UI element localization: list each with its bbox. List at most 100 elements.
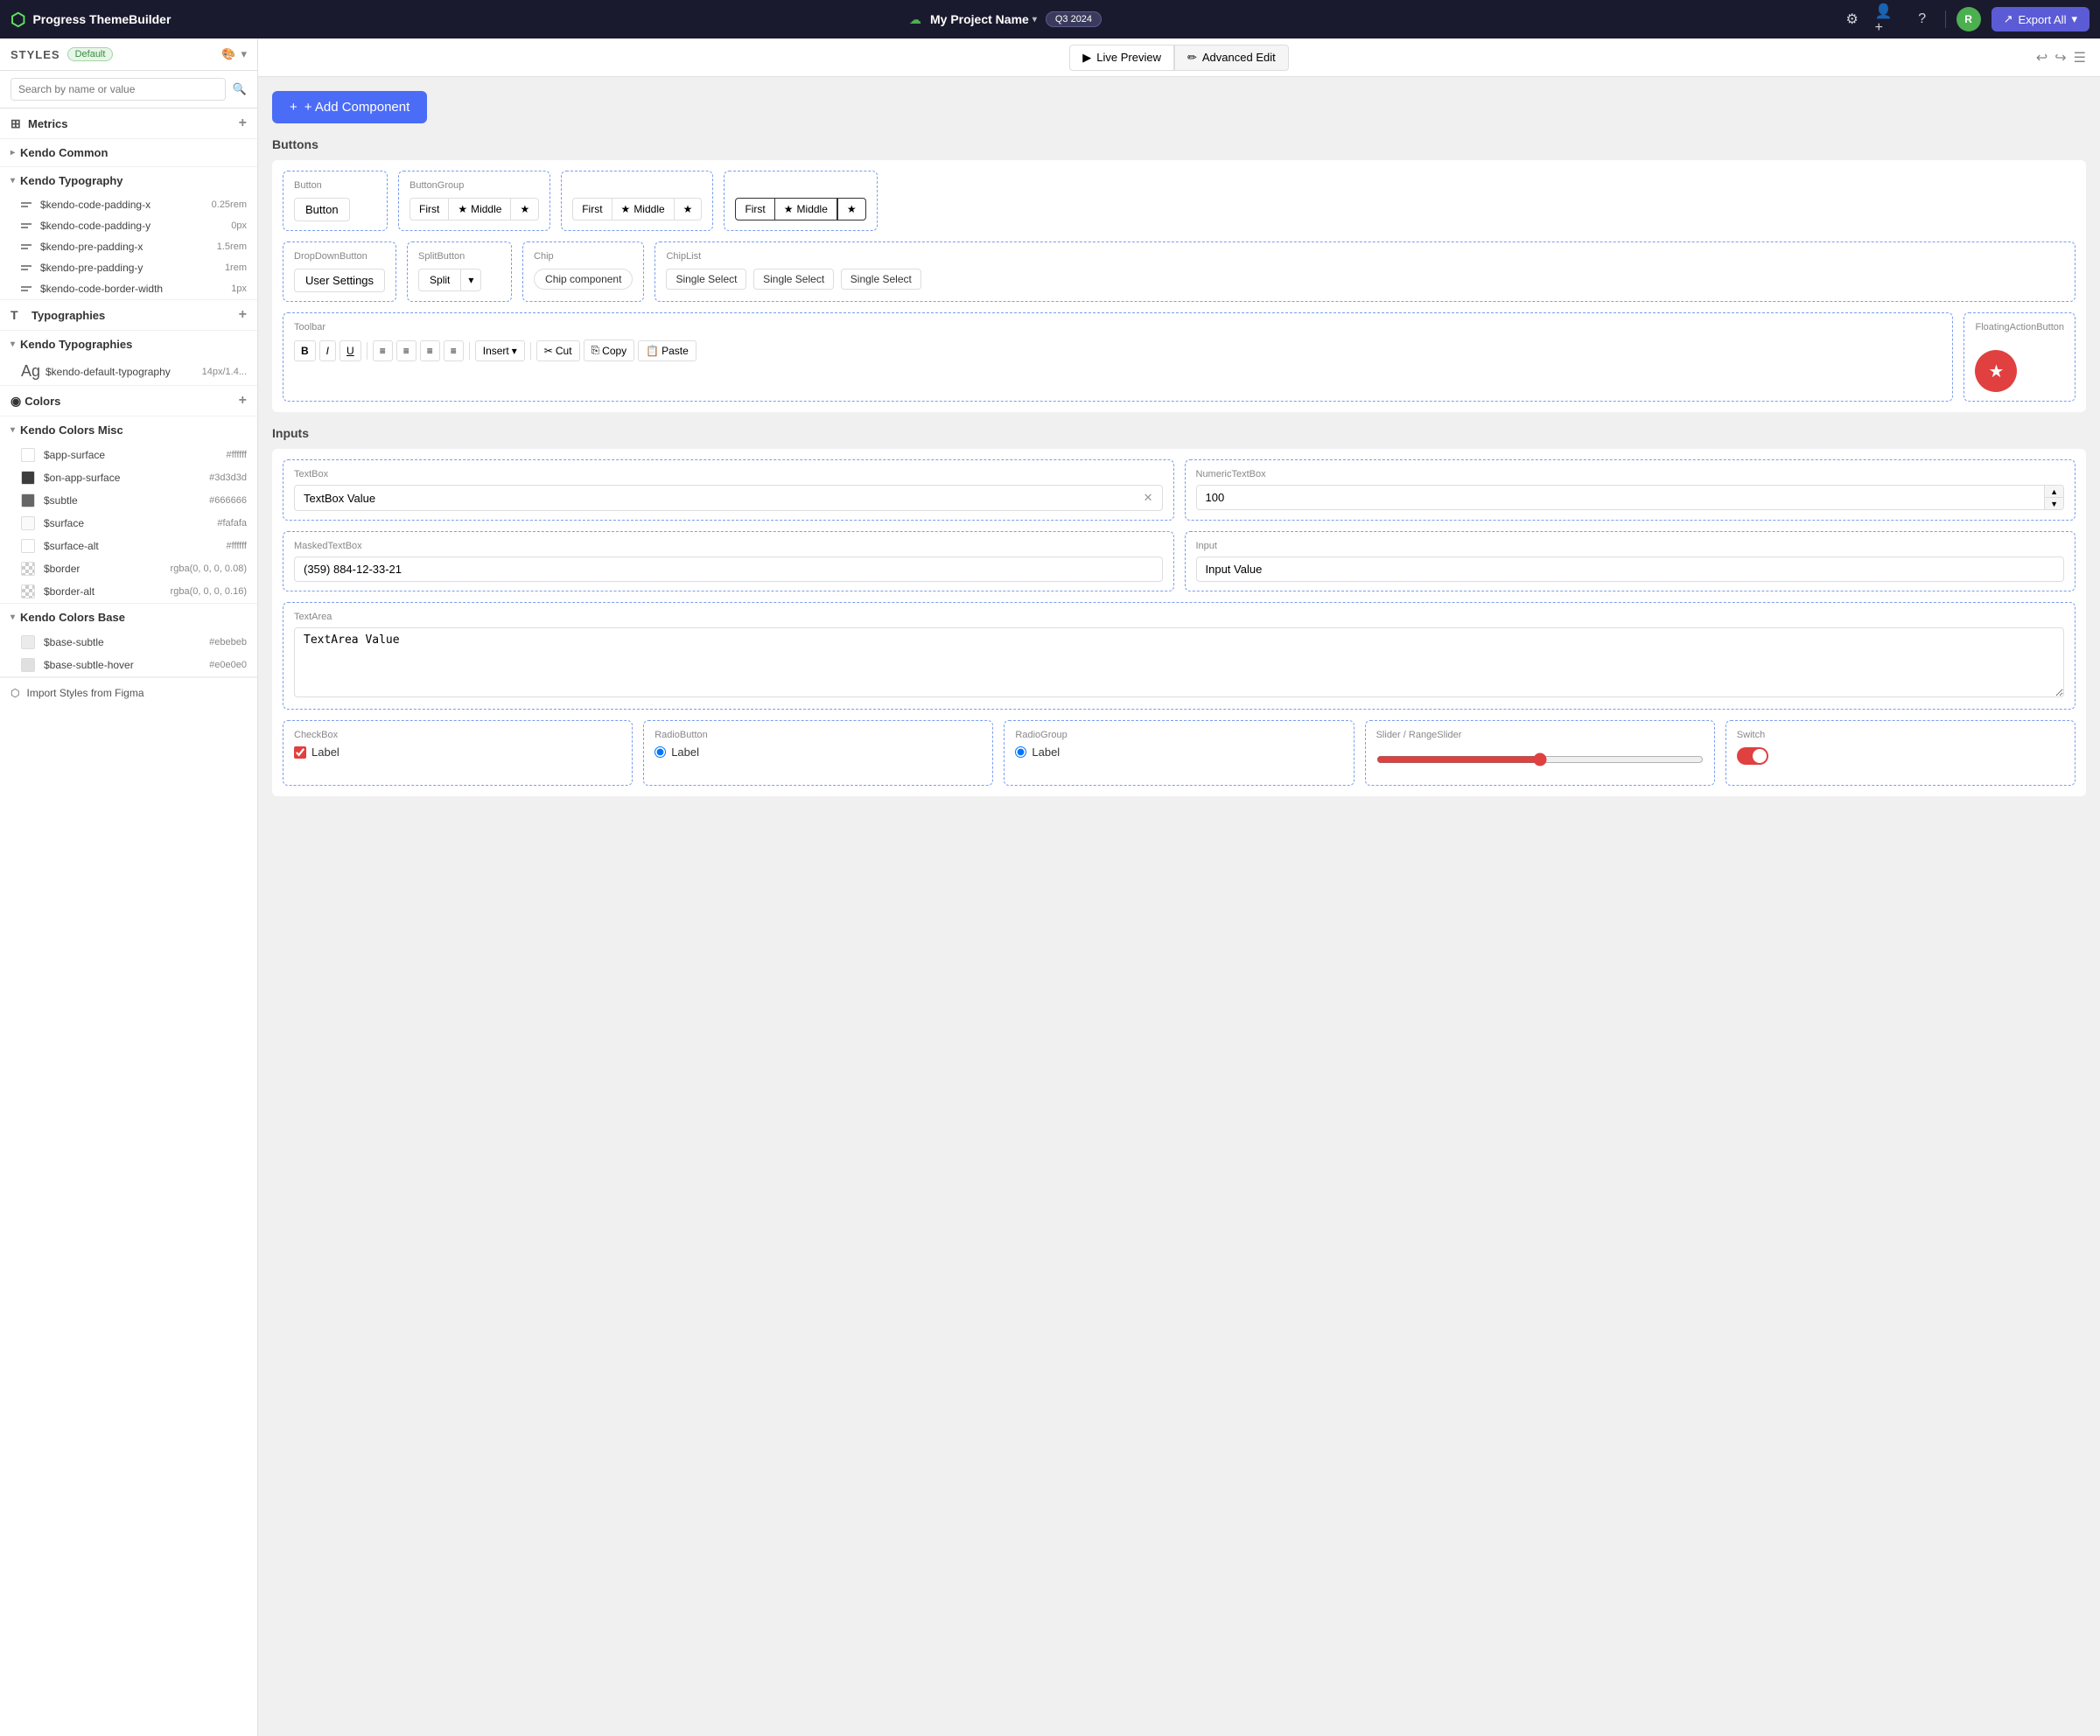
numeric-input[interactable]	[1197, 486, 2045, 509]
align-left-button[interactable]: ≡	[373, 340, 393, 361]
color-value: #ebebeb	[209, 637, 247, 648]
color-value: #ffffff	[227, 450, 247, 460]
kendo-typography-header[interactable]: ▾ Kendo Typography	[0, 167, 257, 194]
color-swatch	[21, 539, 35, 553]
chevron-down-icon: ▾	[241, 47, 247, 61]
sidebar-section-kendo-colors-misc: ▾ Kendo Colors Misc $app-surface #ffffff…	[0, 416, 257, 604]
fab-button[interactable]: ★	[1975, 350, 2017, 392]
dropdown-label: DropDownButton	[294, 251, 385, 262]
redo-icon[interactable]: ↪	[2054, 49, 2066, 66]
typographies-header[interactable]: T Typographies +	[0, 300, 257, 330]
sidebar-header-icons[interactable]: 🎨 ▾	[221, 47, 247, 61]
kendo-typographies-header[interactable]: ▾ Kendo Typographies	[0, 331, 257, 358]
button-group-star-3[interactable]: ★	[837, 198, 866, 220]
list-item: $kendo-pre-padding-y 1rem	[0, 257, 257, 278]
star-icon: ★	[520, 203, 529, 215]
add-person-icon[interactable]: 👤+	[1875, 7, 1900, 32]
clear-icon[interactable]: ✕	[1144, 491, 1153, 505]
help-icon[interactable]: ?	[1910, 7, 1935, 32]
underline-button[interactable]: U	[340, 340, 361, 361]
list-item: $app-surface #ffffff	[0, 444, 257, 466]
textarea-input[interactable]: TextArea Value	[294, 627, 2064, 697]
cut-button[interactable]: ✂ Cut	[536, 340, 580, 361]
color-swatch	[21, 494, 35, 508]
radio-input[interactable]	[654, 746, 666, 758]
kendo-common-header[interactable]: ▸ Kendo Common	[0, 139, 257, 166]
button-group-star[interactable]: ★	[511, 198, 539, 220]
button-group-first-3[interactable]: First	[735, 198, 774, 220]
align-center-button[interactable]: ≡	[396, 340, 416, 361]
numeric-up[interactable]: ▲	[2045, 486, 2063, 498]
list-item: $subtle #666666	[0, 489, 257, 512]
add-component-button[interactable]: + + Add Component	[272, 91, 427, 123]
button-group-middle-2[interactable]: ★ Middle	[612, 198, 675, 220]
radio-group-demo: Label	[1015, 746, 1342, 759]
button-group-first-2[interactable]: First	[572, 198, 612, 220]
button-group-middle-3[interactable]: ★ Middle	[775, 198, 837, 220]
metrics-add-icon[interactable]: +	[239, 116, 247, 131]
export-all-button[interactable]: ↗ Export All ▾	[1992, 7, 2090, 32]
bottom-grid: CheckBox Label RadioButton Label	[283, 720, 2076, 786]
textbox-input[interactable]	[304, 492, 1144, 505]
list-icon[interactable]: ☰	[2074, 49, 2086, 66]
button-demo[interactable]: Button	[294, 198, 350, 221]
button-group-first[interactable]: First	[410, 198, 449, 220]
textbox-label: TextBox	[294, 469, 1163, 480]
button-group-card: ButtonGroup First ★ Middle ★	[398, 171, 550, 231]
live-preview-button[interactable]: ▶ Live Preview	[1069, 45, 1174, 71]
canvas: + + Add Component Buttons Button Button …	[258, 77, 2100, 1736]
project-name[interactable]: My Project Name ▾	[930, 12, 1037, 26]
search-input[interactable]	[10, 78, 226, 101]
slider-input[interactable]	[1376, 752, 1704, 766]
radio-button-card: RadioButton Label	[643, 720, 993, 786]
avatar[interactable]: R	[1956, 7, 1981, 32]
copy-button[interactable]: ⎘ Copy	[584, 340, 635, 361]
metrics-section-header[interactable]: ⊞ Metrics +	[0, 108, 257, 138]
dropdown-button-demo[interactable]: User Settings	[294, 269, 385, 292]
switch-knob	[1753, 749, 1767, 763]
button-group-star-2[interactable]: ★	[675, 198, 703, 220]
settings-icon[interactable]: ⚙	[1840, 7, 1865, 32]
italic-button[interactable]: I	[319, 340, 336, 361]
topnav-right: ⚙ 👤+ ? R ↗ Export All ▾	[1840, 7, 2090, 32]
fab-card: FloatingActionButton ★	[1964, 312, 2076, 402]
toolbar-card: Toolbar B I U ≡ ≡ ≡ ≡ Insert	[283, 312, 1953, 402]
kendo-colors-base-header[interactable]: ▾ Kendo Colors Base	[0, 604, 257, 631]
split-btn-arrow[interactable]: ▾	[461, 269, 481, 291]
chiplist-item-3[interactable]: Single Select	[841, 269, 921, 290]
radio-item-label: Label	[671, 746, 699, 759]
default-badge: Default	[67, 47, 114, 61]
numeric-down[interactable]: ▼	[2045, 498, 2063, 509]
kendo-colors-misc-header[interactable]: ▾ Kendo Colors Misc	[0, 416, 257, 444]
cloud-icon: ☁	[909, 12, 921, 27]
chip-demo[interactable]: Chip component	[534, 269, 633, 290]
import-figma-button[interactable]: ⬡ Import Styles from Figma	[0, 677, 257, 708]
align-justify-button[interactable]: ≡	[444, 340, 464, 361]
button-group-middle[interactable]: ★ Middle	[449, 198, 511, 220]
advanced-edit-button[interactable]: ✏ Advanced Edit	[1174, 45, 1289, 71]
align-right-button[interactable]: ≡	[420, 340, 440, 361]
colors-add-icon[interactable]: +	[239, 393, 247, 409]
paste-button[interactable]: 📋 Paste	[638, 340, 696, 361]
radio-group-input[interactable]	[1015, 746, 1026, 758]
numeric-label: NumericTextBox	[1196, 469, 2065, 480]
chiplist-label: ChipList	[666, 251, 2064, 262]
input-field[interactable]	[1206, 563, 2055, 576]
item-value: 1rem	[225, 262, 247, 273]
color-value: #e0e0e0	[209, 660, 247, 670]
insert-button[interactable]: Insert ▾	[475, 340, 525, 361]
bold-button[interactable]: B	[294, 340, 316, 361]
masked-input[interactable]	[304, 563, 1153, 576]
chip-label: Chip	[534, 251, 633, 262]
checkbox-item-label: Label	[312, 746, 340, 759]
colors-header[interactable]: ◉ Colors +	[0, 386, 257, 416]
slider-card: Slider / RangeSlider	[1365, 720, 1715, 786]
typographies-add-icon[interactable]: +	[239, 307, 247, 323]
numeric-card: NumericTextBox ▲ ▼	[1185, 459, 2076, 521]
switch-demo[interactable]	[1737, 747, 1768, 765]
chiplist-item-2[interactable]: Single Select	[753, 269, 834, 290]
checkbox-input[interactable]	[294, 746, 306, 759]
chiplist-item-1[interactable]: Single Select	[666, 269, 746, 290]
split-btn-main[interactable]: Split	[418, 269, 461, 291]
undo-icon[interactable]: ↩	[2036, 49, 2048, 66]
